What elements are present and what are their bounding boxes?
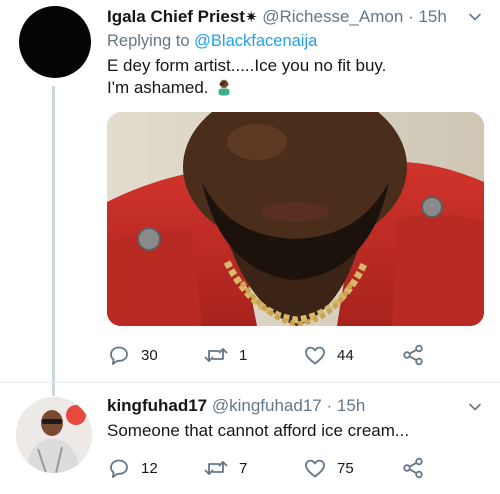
like-button[interactable]: 44: [303, 343, 354, 367]
like-button[interactable]: 75: [303, 456, 354, 480]
share-button[interactable]: [401, 456, 425, 480]
tweet-text-line: E dey form artist.....Ice you no fit buy…: [107, 56, 387, 75]
share-icon: [403, 344, 423, 366]
avatar-photo: [16, 397, 92, 473]
like-count: 44: [337, 346, 354, 364]
like-count: 75: [337, 459, 354, 477]
tweet-header: kingfuhad17 @kingfuhad17 · 15h: [107, 395, 409, 417]
retweet-button[interactable]: 7: [203, 456, 247, 480]
retweet-count: 7: [239, 459, 248, 477]
photo-image: [107, 112, 484, 326]
timestamp[interactable]: 15h: [418, 7, 446, 26]
chevron-down-icon[interactable]: [468, 10, 482, 24]
tweet-text-line: I'm ashamed.: [107, 77, 447, 99]
thread-line: [52, 86, 55, 396]
tweet-text: E dey form artist.....Ice you no fit buy…: [107, 55, 447, 99]
retweet-count: 1: [239, 346, 248, 364]
chevron-down-icon[interactable]: [468, 400, 482, 414]
replying-to: Replying to @Blackfacenaija: [107, 30, 447, 52]
reply-button[interactable]: 12: [107, 456, 158, 480]
retweet-button[interactable]: 1: [203, 343, 247, 367]
replying-prefix: Replying to: [107, 32, 190, 50]
user-handle[interactable]: @kingfuhad17: [212, 396, 322, 415]
reply-icon: [110, 346, 128, 365]
retweet-icon: [204, 461, 228, 475]
replying-to-link[interactable]: @Blackfacenaija: [194, 32, 317, 50]
heart-icon: [305, 346, 325, 365]
avatar[interactable]: [16, 397, 92, 473]
heart-icon: [305, 459, 325, 478]
reply-button[interactable]: 30: [107, 343, 158, 367]
man-facepalming-icon: [218, 79, 230, 96]
tweet: kingfuhad17 @kingfuhad17 · 15h Someone t…: [107, 395, 409, 442]
divider: [0, 382, 500, 383]
tweet-actions: 12 7 75: [107, 456, 487, 480]
retweet-icon: [204, 348, 228, 362]
reply-count: 30: [141, 346, 158, 364]
avatar[interactable]: [19, 6, 91, 78]
reply-count: 12: [141, 459, 158, 477]
separator: ·: [408, 7, 414, 26]
share-button[interactable]: [401, 343, 425, 367]
timestamp[interactable]: 15h: [337, 396, 365, 415]
tweet: Igala Chief Priest✷ @Richesse_Amon · 15h…: [107, 6, 447, 99]
tweet-text: Someone that cannot afford ice cream...: [107, 421, 410, 440]
separator: ·: [326, 396, 333, 415]
sparkle-icon: ✷: [244, 9, 258, 26]
share-icon: [403, 457, 423, 479]
tweet-header: Igala Chief Priest✷ @Richesse_Amon · 15h: [107, 6, 447, 29]
tweet-actions: 30 1 44: [107, 343, 487, 367]
tweet-media-photo[interactable]: [107, 112, 484, 326]
display-name[interactable]: kingfuhad17: [107, 396, 207, 415]
display-name[interactable]: Igala Chief Priest: [107, 7, 245, 26]
user-handle[interactable]: @Richesse_Amon: [262, 7, 403, 26]
reply-icon: [110, 459, 128, 478]
